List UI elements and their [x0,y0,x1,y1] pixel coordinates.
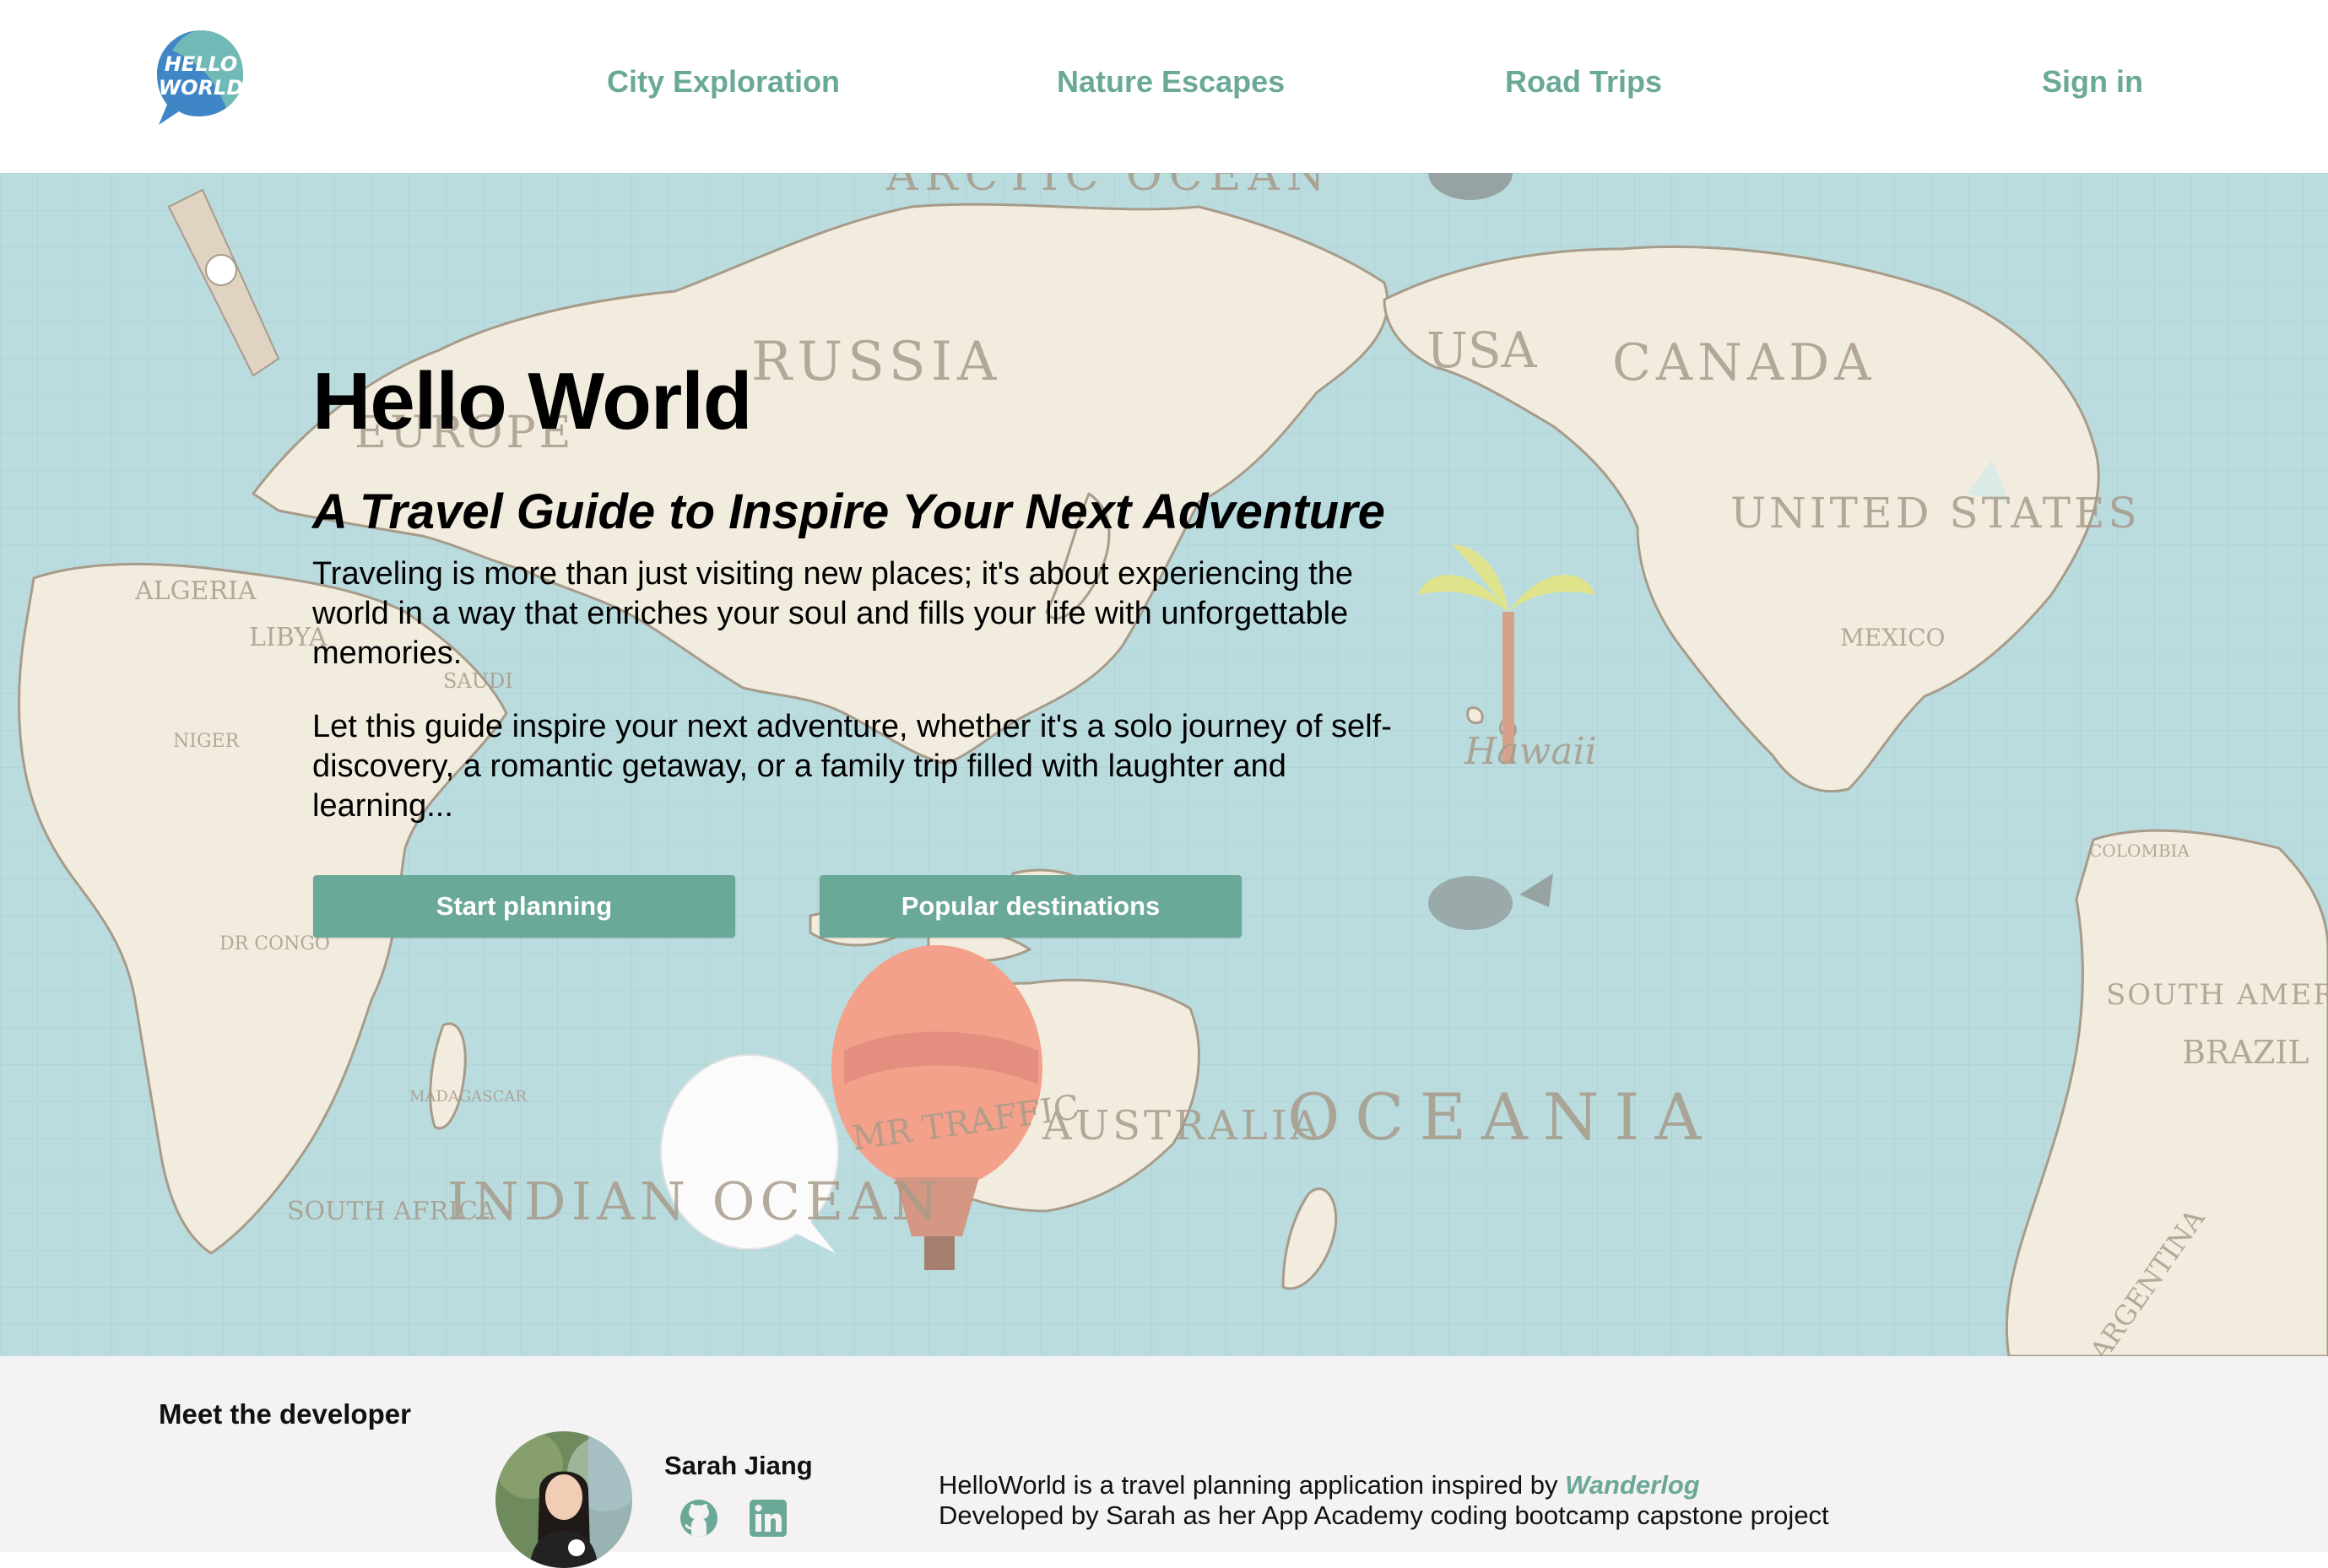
nav-road-trips[interactable]: Road Trips [1505,61,1662,103]
wanderlog-link[interactable]: Wanderlog [1565,1470,1700,1500]
developer-avatar [495,1431,632,1568]
hello-world-logo[interactable]: HELLO WORLD [155,27,246,127]
about-line-2: Developed by Sarah as her App Academy co… [939,1500,1829,1530]
hero-subtitle: A Travel Guide to Inspire Your Next Adve… [312,484,1385,540]
nav-city-exploration[interactable]: City Exploration [607,61,840,103]
hero-section: ARCTIC OCEAN RUSSIA EUROPE USA CANADA UN… [0,173,2328,1356]
meet-developer-heading: Meet the developer [159,1398,411,1430]
popular-destinations-button[interactable]: Popular destinations [820,875,1242,938]
logo-text-line1: HELLO [165,52,238,76]
hero-paragraph-2: Let this guide inspire your next adventu… [312,709,1392,824]
nav-nature-escapes[interactable]: Nature Escapes [1057,61,1285,103]
top-nav: HELLO WORLD City Exploration Nature Esca… [0,0,2328,173]
sign-in-link[interactable]: Sign in [2042,61,2143,103]
hero-paragraph-1: Traveling is more than just visiting new… [312,556,1354,671]
developer-name: Sarah Jiang [664,1451,813,1480]
about-line-1: HelloWorld is a travel planning applicat… [939,1470,1700,1500]
github-icon[interactable] [679,1498,719,1538]
footer: Meet the developer Sarah Jiang HelloWorl… [0,1356,2328,1568]
hero-title: Hello World [312,356,753,447]
start-planning-button[interactable]: Start planning [313,875,735,938]
logo-text-line2: WORLD [159,76,244,100]
about-prefix-text: HelloWorld is a travel planning applicat… [939,1470,1566,1500]
linkedin-icon[interactable] [748,1498,788,1538]
